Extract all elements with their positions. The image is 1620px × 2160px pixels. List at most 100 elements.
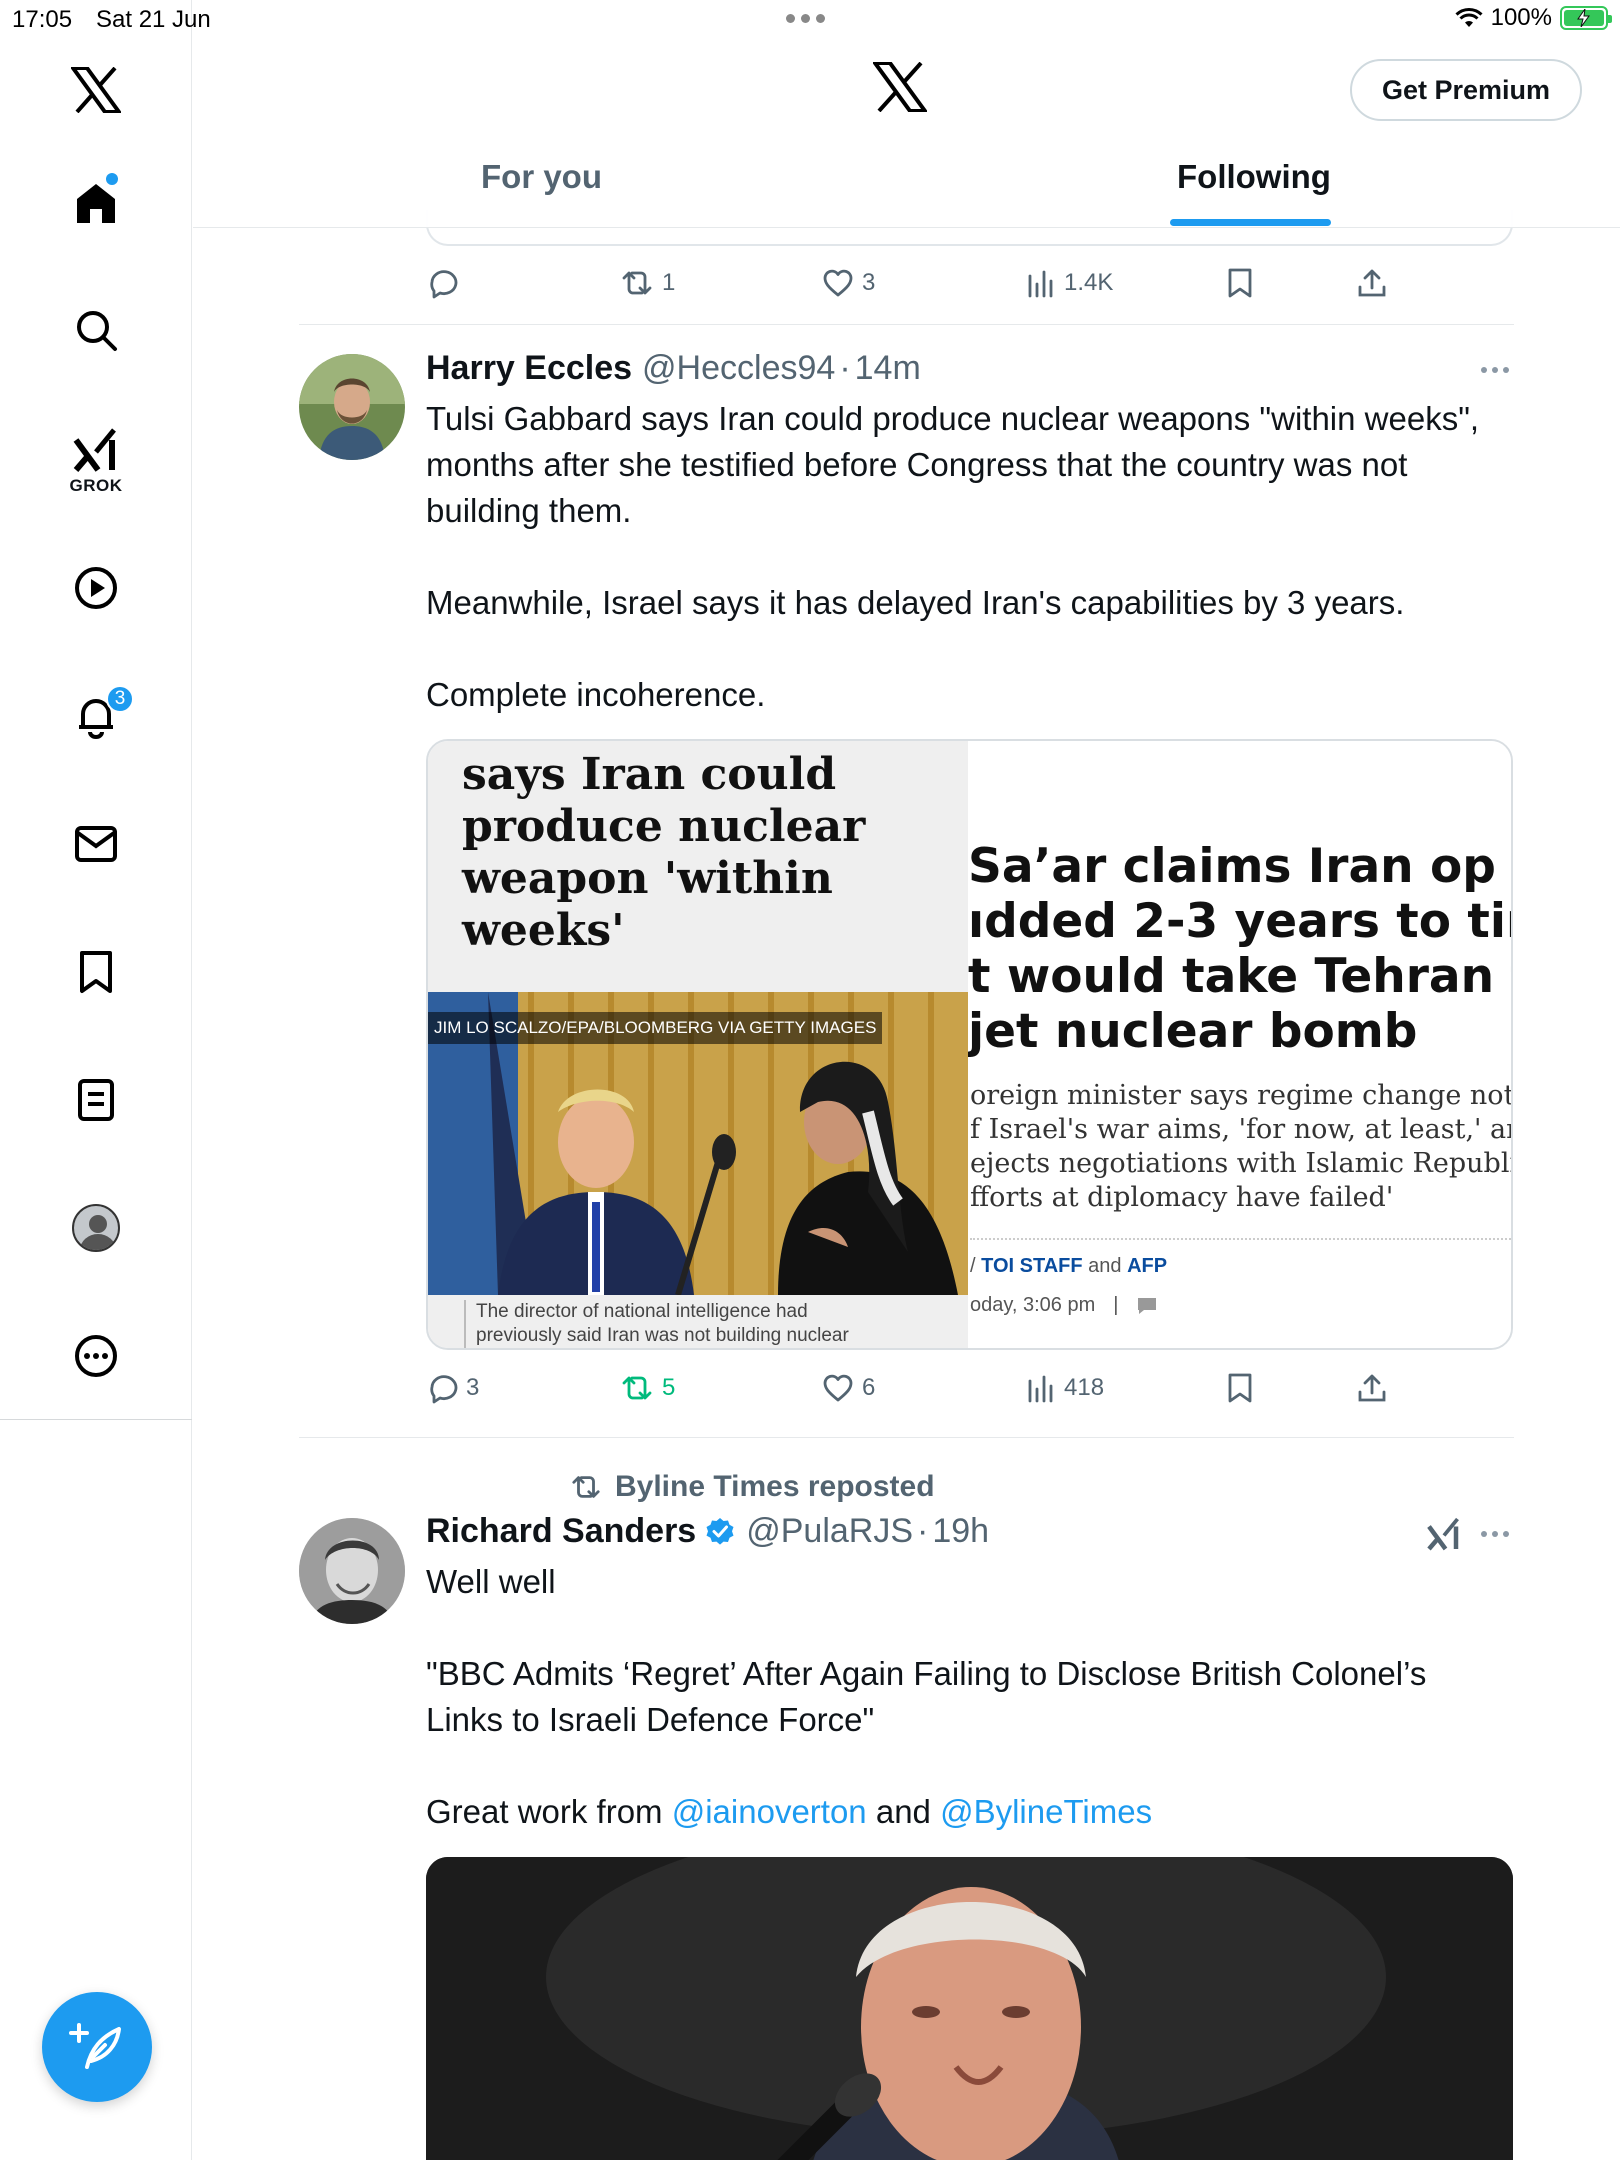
sidebar-item-explore[interactable] <box>66 300 126 360</box>
repost-icon <box>622 271 652 295</box>
reply-button[interactable]: 3 <box>426 1364 479 1412</box>
envelope-icon <box>75 826 117 862</box>
text-span: and <box>866 1793 941 1830</box>
media-right-headline: Sa’ar claims Iran op ıdded 2-3 years to … <box>968 839 1513 1059</box>
post-text-paragraph: Tulsi Gabbard says Iran could produce nu… <box>426 400 1480 529</box>
status-date: Sat 21 Jun <box>96 6 211 33</box>
tab-for-you[interactable]: For you <box>481 158 602 196</box>
tab-following[interactable]: Following <box>1177 158 1331 196</box>
avatar[interactable] <box>299 1518 405 1624</box>
compose-post-button[interactable] <box>42 1992 152 2102</box>
share-button[interactable] <box>1356 1364 1388 1412</box>
post-divider <box>299 324 1514 325</box>
avatar[interactable] <box>299 354 405 460</box>
views-chart-icon <box>1028 1375 1053 1403</box>
repost-button[interactable]: 5 <box>620 1364 675 1412</box>
play-icon <box>75 567 117 609</box>
headline-line: jet nuclear bomb <box>968 1004 1418 1059</box>
headline-line: weeks' <box>462 905 625 956</box>
subheading-line: ejects negotiations with Islamic Republi… <box>970 1148 1511 1179</box>
author-handle[interactable]: @Heccles94 <box>642 349 835 388</box>
grok-label: GROK <box>69 476 123 495</box>
media-left-headline: says Iran could produce nuclear weapon '… <box>462 749 942 957</box>
bookmark-icon <box>80 951 112 993</box>
grok-explain-icon[interactable] <box>1426 1516 1462 1552</box>
post-time[interactable]: 19h <box>932 1512 989 1551</box>
views-button[interactable]: 1.4K <box>1026 259 1113 307</box>
sidebar-item-more[interactable] <box>66 1326 126 1386</box>
status-right: 100% <box>1455 4 1612 32</box>
search-icon <box>77 311 117 351</box>
notification-count-badge: 3 <box>106 685 134 713</box>
grok-icon <box>73 428 116 472</box>
reply-button[interactable] <box>426 259 466 307</box>
more-options-icon[interactable] <box>1481 367 1509 373</box>
headline-line: ıdded 2-3 years to time <box>968 894 1511 949</box>
home-unread-dot <box>106 173 118 185</box>
post-text-paragraph: Meanwhile, Israel says it has delayed Ir… <box>426 584 1405 621</box>
repost-button[interactable]: 1 <box>620 259 675 307</box>
photo-caption: The director of national intelligence ha… <box>464 1300 934 1348</box>
media-right-subheading: oreign minister says regime change not o… <box>970 1079 1513 1215</box>
post-body: Tulsi Gabbard says Iran could produce nu… <box>426 396 1486 718</box>
sidebar-item-bookmarks[interactable] <box>66 942 126 1002</box>
post-text-paragraph: Great work from @iainoverton and @Byline… <box>426 1789 1486 1835</box>
get-premium-button[interactable]: Get Premium <box>1350 59 1582 121</box>
multitasking-dots-icon[interactable] <box>786 14 825 23</box>
sidebar-item-video[interactable] <box>66 558 126 618</box>
bookmark-button[interactable] <box>1226 1364 1254 1412</box>
post-media-image[interactable] <box>426 1857 1513 2160</box>
active-tab-indicator <box>1170 219 1331 226</box>
byline-prefix: / <box>970 1255 982 1277</box>
wifi-icon <box>1455 7 1483 27</box>
sidebar-item-lists[interactable] <box>66 1070 126 1130</box>
sidebar-item-messages[interactable] <box>66 814 126 874</box>
avatar-icon <box>72 1204 120 1252</box>
post-text-paragraph: Complete incoherence. <box>426 676 766 713</box>
text-span: Great work from <box>426 1793 672 1830</box>
comment-icon <box>1138 1297 1157 1314</box>
status-time: 17:05 <box>12 6 73 33</box>
sidebar-item-grok[interactable] <box>66 420 126 480</box>
subheading-line: oreign minister says regime change not o… <box>970 1080 1513 1111</box>
repost-count: 5 <box>662 1374 676 1401</box>
headline-line: produce nuclear <box>462 801 866 852</box>
headline-line: says Iran could <box>462 749 837 800</box>
view-count: 418 <box>1064 1374 1105 1401</box>
repost-attribution[interactable]: Byline Times reposted <box>569 1470 935 1504</box>
like-count: 3 <box>862 269 876 296</box>
headline-line: Sa’ar claims Iran op <box>968 839 1496 894</box>
x-logo-icon[interactable] <box>66 60 126 120</box>
headline-line: t would take Tehran to <box>968 949 1513 1004</box>
author-handle[interactable]: @PulaRJS <box>746 1512 913 1551</box>
bookmark-icon <box>1228 268 1252 298</box>
author-name[interactable]: Harry Eccles <box>426 349 632 388</box>
sidebar-item-profile[interactable] <box>66 1198 126 1258</box>
media-right-panel: Sa’ar claims Iran op ıdded 2-3 years to … <box>968 741 1513 1348</box>
x-logo-icon[interactable] <box>873 62 927 112</box>
more-options-icon[interactable] <box>1481 1531 1509 1537</box>
heart-icon <box>823 1374 853 1402</box>
media-left-panel: says Iran could produce nuclear weapon '… <box>428 741 968 1348</box>
like-button[interactable]: 3 <box>822 259 875 307</box>
post-header: Richard Sanders @PulaRJS · 19h <box>426 1512 989 1551</box>
share-icon <box>1358 1374 1386 1402</box>
repost-icon <box>572 1476 600 1498</box>
author-name[interactable]: Richard Sanders <box>426 1512 696 1551</box>
views-button[interactable]: 418 <box>1026 1364 1104 1412</box>
mention-link[interactable]: @iainoverton <box>672 1793 867 1830</box>
bookmark-button[interactable] <box>1226 259 1254 307</box>
headline-line: weapon 'within <box>462 853 833 904</box>
share-button[interactable] <box>1356 259 1388 307</box>
reply-icon <box>430 1375 458 1404</box>
battery-icon <box>1560 6 1612 30</box>
post-media-image[interactable]: says Iran could produce nuclear weapon '… <box>426 739 1513 1350</box>
like-button[interactable]: 6 <box>822 1364 875 1412</box>
mention-link[interactable]: @BylineTimes <box>940 1793 1152 1830</box>
post-time[interactable]: 14m <box>855 349 921 388</box>
verified-badge-icon <box>706 1517 734 1545</box>
repost-label: Byline Times reposted <box>615 1470 935 1503</box>
repost-count: 1 <box>662 269 676 296</box>
article-byline: / TOI STAFF and AFP <box>970 1255 1167 1278</box>
subheading-line: fforts at diplomacy have failed' <box>970 1182 1394 1213</box>
